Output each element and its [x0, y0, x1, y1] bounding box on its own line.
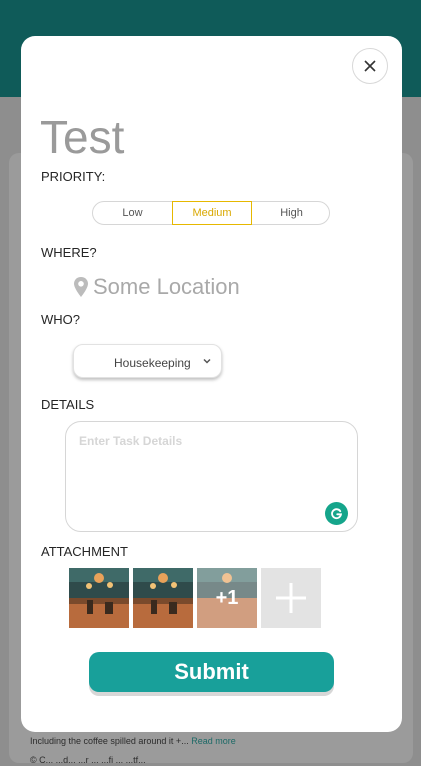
attachment-thumbnail[interactable] [69, 568, 129, 628]
task-modal: Test PRIORITY: Low Medium High WHERE? So… [21, 36, 402, 732]
location-field[interactable]: Some Location [73, 272, 240, 302]
background-snippet-line2: © C... ...d... ...r ... ...fi ... ...tf.… [30, 755, 146, 765]
attachment-label: ATTACHMENT [41, 544, 128, 559]
location-pin-icon [74, 277, 88, 297]
add-attachment-button[interactable] [261, 568, 321, 628]
priority-selector: Low Medium High [92, 201, 330, 225]
location-placeholder: Some Location [93, 274, 240, 299]
details-placeholder: Enter Task Details [79, 434, 183, 448]
details-textarea[interactable]: Enter Task Details [65, 421, 358, 532]
who-label: WHO? [41, 312, 80, 327]
close-icon [364, 60, 376, 72]
background-snippet: Including the coffee spilled around it +… [30, 736, 236, 746]
priority-option-high[interactable]: High [252, 201, 331, 225]
more-attachments-count: +1 [197, 568, 257, 628]
grammarly-icon[interactable] [325, 502, 348, 525]
attachment-thumbnail-more[interactable]: +1 [197, 568, 257, 628]
submit-button[interactable]: Submit [89, 652, 334, 692]
priority-option-medium[interactable]: Medium [172, 201, 252, 225]
background-snippet-text: Including the coffee spilled around it +… [30, 736, 189, 746]
details-label: DETAILS [41, 397, 95, 412]
assignee-value: Housekeeping [114, 356, 191, 370]
read-more-link[interactable]: Read more [191, 736, 236, 746]
task-title[interactable]: Test [40, 112, 124, 162]
attachment-thumbnail[interactable] [133, 568, 193, 628]
priority-label: PRIORITY: [41, 169, 106, 184]
chevron-down-icon [203, 358, 211, 364]
close-button[interactable] [352, 48, 388, 84]
assignee-select[interactable]: Housekeeping [73, 344, 222, 378]
priority-option-low[interactable]: Low [93, 201, 172, 225]
where-label: WHERE? [41, 245, 97, 260]
plus-icon [276, 583, 306, 613]
